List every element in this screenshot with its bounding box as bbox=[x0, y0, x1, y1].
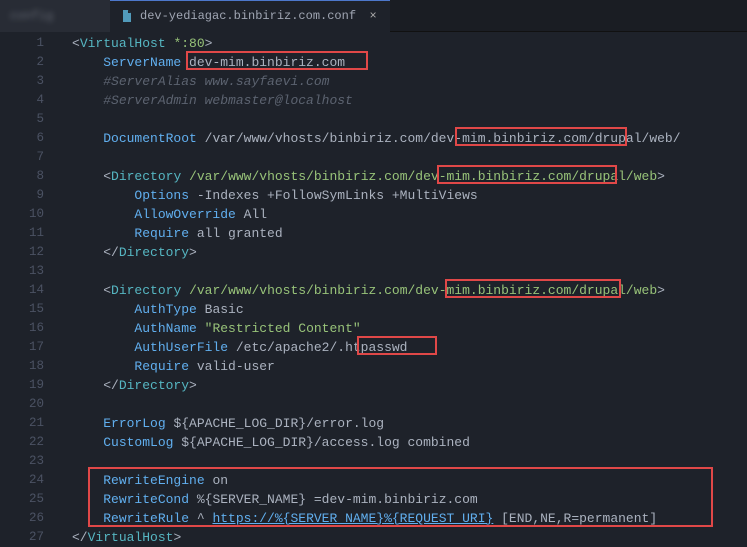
code-line[interactable]: ErrorLog ${APACHE_LOG_DIR}/error.log bbox=[56, 414, 747, 433]
line-number: 15 bbox=[0, 300, 56, 319]
line-number: 23 bbox=[0, 452, 56, 471]
code-line[interactable]: DocumentRoot /var/www/vhosts/binbiriz.co… bbox=[56, 129, 747, 148]
tab-label: config bbox=[10, 9, 53, 23]
line-number: 2 bbox=[0, 53, 56, 72]
line-number: 24 bbox=[0, 471, 56, 490]
code-line[interactable] bbox=[56, 262, 747, 281]
line-number: 22 bbox=[0, 433, 56, 452]
code-line[interactable]: AuthName "Restricted Content" bbox=[56, 319, 747, 338]
close-icon[interactable]: × bbox=[366, 9, 380, 23]
line-number: 12 bbox=[0, 243, 56, 262]
code-line[interactable]: CustomLog ${APACHE_LOG_DIR}/access.log c… bbox=[56, 433, 747, 452]
line-number: 14 bbox=[0, 281, 56, 300]
code-line[interactable]: ServerName dev-mim.binbiriz.com bbox=[56, 53, 747, 72]
code-line[interactable] bbox=[56, 395, 747, 414]
code-line[interactable]: #ServerAlias www.sayfaevi.com bbox=[56, 72, 747, 91]
code-line[interactable]: <Directory /var/www/vhosts/binbiriz.com/… bbox=[56, 281, 747, 300]
editor: 1234567891011121314151617181920212223242… bbox=[0, 32, 747, 546]
line-number: 7 bbox=[0, 148, 56, 167]
line-number: 21 bbox=[0, 414, 56, 433]
code-line[interactable]: AuthUserFile /etc/apache2/.htpasswd bbox=[56, 338, 747, 357]
code-line[interactable]: RewriteRule ^ https://%{SERVER_NAME}%{RE… bbox=[56, 509, 747, 528]
line-gutter: 1234567891011121314151617181920212223242… bbox=[0, 32, 56, 546]
code-line[interactable]: Require valid-user bbox=[56, 357, 747, 376]
code-line[interactable]: </Directory> bbox=[56, 243, 747, 262]
code-line[interactable]: <Directory /var/www/vhosts/binbiriz.com/… bbox=[56, 167, 747, 186]
line-number: 1 bbox=[0, 34, 56, 53]
line-number: 13 bbox=[0, 262, 56, 281]
code-line[interactable]: #ServerAdmin webmaster@localhost bbox=[56, 91, 747, 110]
file-icon bbox=[120, 9, 134, 23]
tab-active[interactable]: dev-yediagac.binbiriz.com.conf × bbox=[110, 0, 390, 32]
code-line[interactable]: RewriteEngine on bbox=[56, 471, 747, 490]
line-number: 8 bbox=[0, 167, 56, 186]
line-number: 16 bbox=[0, 319, 56, 338]
code-line[interactable] bbox=[56, 110, 747, 129]
line-number: 27 bbox=[0, 528, 56, 547]
line-number: 9 bbox=[0, 186, 56, 205]
tab-filename: dev-yediagac.binbiriz.com.conf bbox=[140, 9, 356, 23]
line-number: 19 bbox=[0, 376, 56, 395]
line-number: 6 bbox=[0, 129, 56, 148]
line-number: 20 bbox=[0, 395, 56, 414]
code-line[interactable]: AuthType Basic bbox=[56, 300, 747, 319]
code-line[interactable] bbox=[56, 148, 747, 167]
line-number: 4 bbox=[0, 91, 56, 110]
line-number: 3 bbox=[0, 72, 56, 91]
code-line[interactable]: </Directory> bbox=[56, 376, 747, 395]
line-number: 17 bbox=[0, 338, 56, 357]
line-number: 11 bbox=[0, 224, 56, 243]
code-line[interactable]: RewriteCond %{SERVER_NAME} =dev-mim.binb… bbox=[56, 490, 747, 509]
line-number: 26 bbox=[0, 509, 56, 528]
code-line[interactable]: </VirtualHost> bbox=[56, 528, 747, 547]
code-line[interactable] bbox=[56, 452, 747, 471]
line-number: 5 bbox=[0, 110, 56, 129]
tab-bar: config dev-yediagac.binbiriz.com.conf × bbox=[0, 0, 747, 32]
code-area[interactable]: <VirtualHost *:80> ServerName dev-mim.bi… bbox=[56, 32, 747, 546]
tab-inactive[interactable]: config bbox=[0, 0, 110, 32]
code-line[interactable]: Options -Indexes +FollowSymLinks +MultiV… bbox=[56, 186, 747, 205]
line-number: 18 bbox=[0, 357, 56, 376]
code-line[interactable]: <VirtualHost *:80> bbox=[56, 34, 747, 53]
code-line[interactable]: Require all granted bbox=[56, 224, 747, 243]
line-number: 10 bbox=[0, 205, 56, 224]
line-number: 25 bbox=[0, 490, 56, 509]
code-line[interactable]: AllowOverride All bbox=[56, 205, 747, 224]
